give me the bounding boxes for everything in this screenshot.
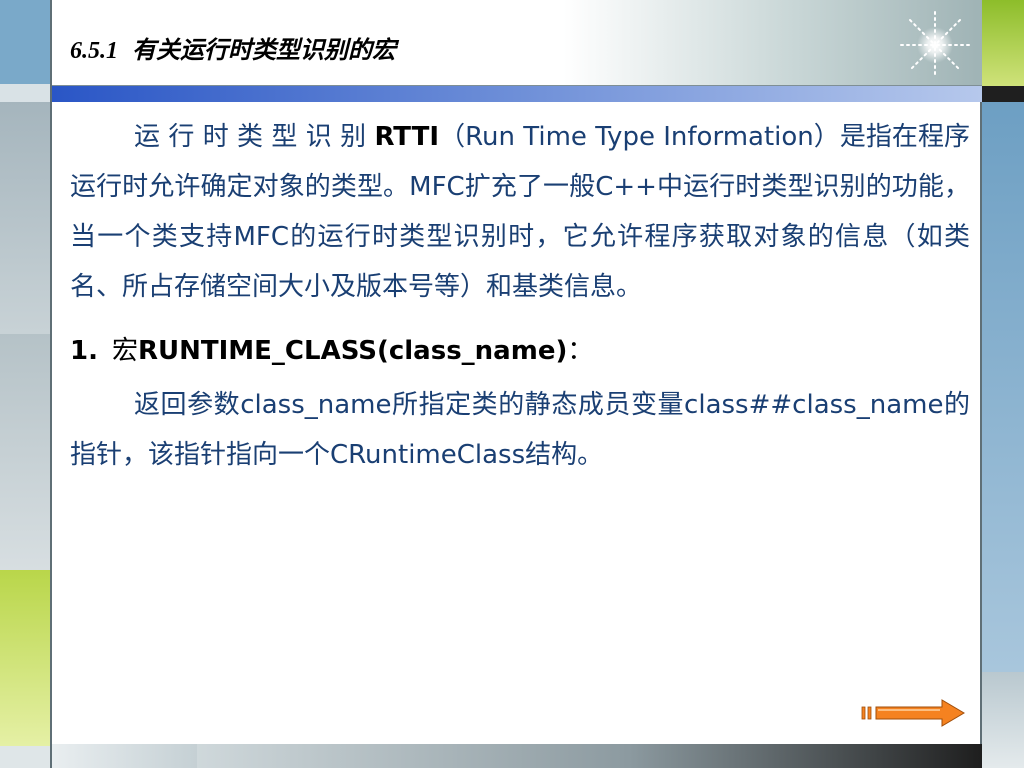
footer-bar xyxy=(197,744,982,768)
paragraph-runtime-class: 返回参数class_name所指定类的静态成员变量class##class_na… xyxy=(70,390,970,470)
left-band-2 xyxy=(0,84,50,102)
paragraph-lead: 运 行 时 类 型 识 别 xyxy=(134,122,375,152)
rtti-term: RTTI xyxy=(374,122,440,152)
left-band-bottom xyxy=(0,746,50,768)
next-arrow-icon[interactable] xyxy=(860,697,966,729)
left-band-4 xyxy=(0,334,50,570)
left-band-green xyxy=(0,570,50,746)
right-divider xyxy=(980,0,982,768)
section-number: 6.5.1 xyxy=(70,38,118,64)
heading-macro: RUNTIME_CLASS(class_name) xyxy=(137,336,568,366)
footer-bar-left xyxy=(52,744,197,768)
right-band-green xyxy=(982,0,1024,86)
header-accent-bar xyxy=(52,86,982,102)
slide-title: 6.5.1 有关运行时类型识别的宏 xyxy=(70,30,396,65)
title-label: 有关运行时类型识别的宏 xyxy=(132,38,396,64)
heading-colon: ： xyxy=(567,336,594,366)
paragraph-rtti: 运 行 时 类 型 识 别 RTTI（Run Time Type Informa… xyxy=(70,112,970,312)
section-heading: 1. 宏RUNTIME_CLASS(class_name)： xyxy=(70,326,970,376)
left-band-3 xyxy=(0,102,50,334)
right-band-blue xyxy=(982,102,1024,672)
heading-label: 宏 xyxy=(111,336,138,366)
right-band-bottom xyxy=(982,672,1024,768)
slide-body: 运 行 时 类 型 识 别 RTTI（Run Time Type Informa… xyxy=(70,112,970,480)
heading-number: 1. xyxy=(70,336,98,366)
left-divider xyxy=(50,0,52,768)
right-band-dark xyxy=(982,86,1024,102)
left-band-top xyxy=(0,0,50,84)
sparkle-icon xyxy=(900,11,970,79)
